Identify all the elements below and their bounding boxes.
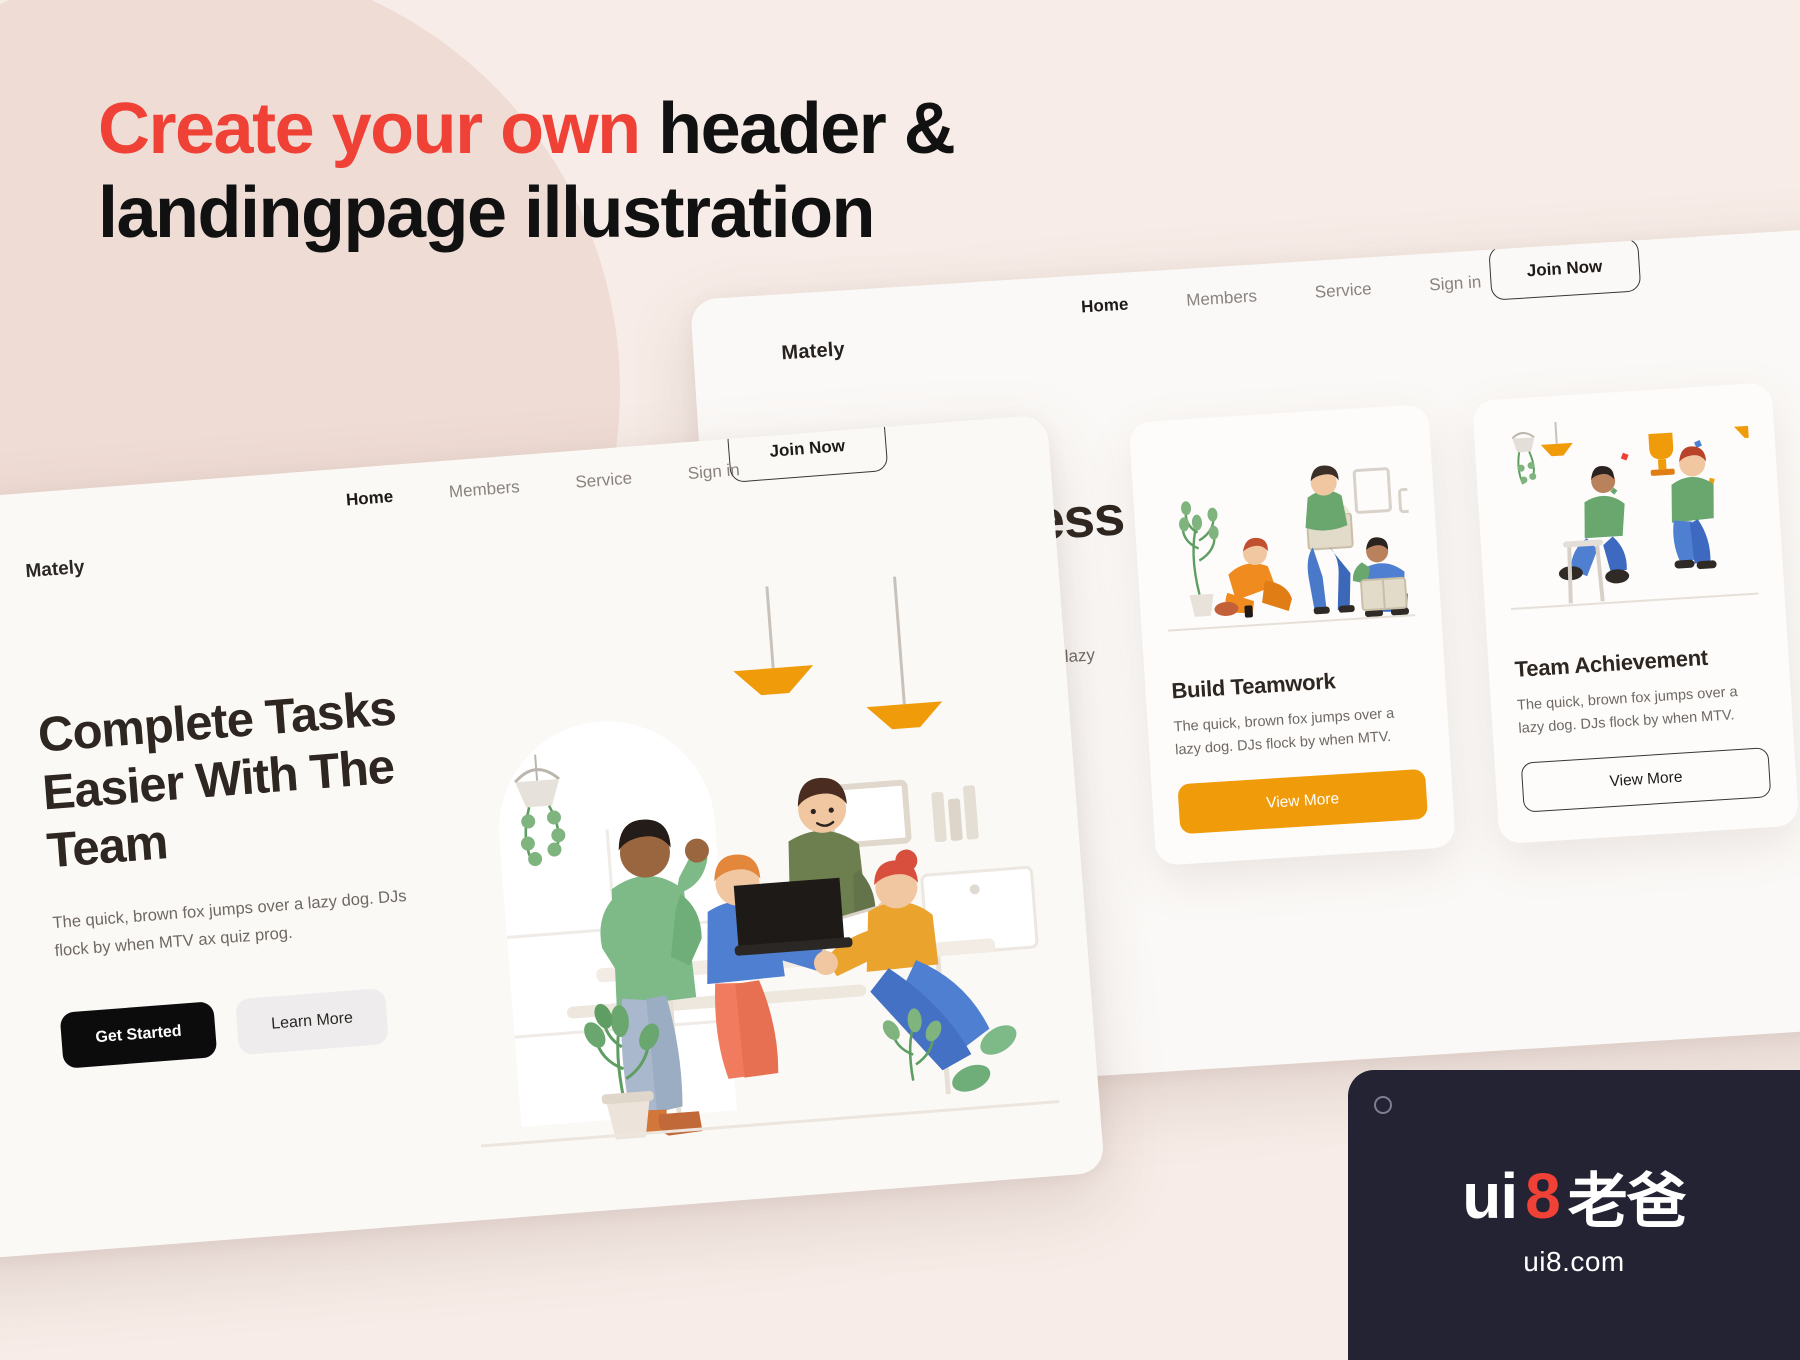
badge-circle-icon: [1374, 1096, 1392, 1114]
back-nav-item-home[interactable]: Home: [1081, 295, 1129, 318]
learn-more-button[interactable]: Learn More: [235, 987, 389, 1056]
badge-logo-ui: ui: [1462, 1160, 1518, 1232]
feature-card-title-1: Build Teamwork: [1170, 668, 1337, 704]
feature-card-illustration-2: [1499, 409, 1761, 645]
front-hero-title: Complete Tasks Easier With The Team: [36, 681, 398, 878]
get-started-button[interactable]: Get Started: [59, 1000, 218, 1069]
front-hero-text: Complete Tasks Easier With The Team The …: [36, 675, 492, 1069]
feature-card-row: Build Teamwork The quick, brown fox jump…: [1128, 382, 1800, 867]
back-nav-menu: Home Members Service Sign in: [1081, 272, 1482, 317]
promo-headline: Create your own header & landingpage ill…: [98, 88, 1198, 255]
promo-line-1: Create your own header &: [98, 88, 1198, 172]
front-nav-item-service[interactable]: Service: [575, 468, 633, 492]
landing-page-mock-front: Mately Home Members Service Sign in Join…: [0, 414, 1105, 1263]
badge-logo-8: 8: [1525, 1160, 1561, 1232]
team-meeting-illustration-svg: [439, 567, 1063, 1190]
front-nav-item-home[interactable]: Home: [345, 487, 394, 511]
view-more-button-2[interactable]: View More: [1520, 747, 1772, 814]
front-hero-paragraph: The quick, brown fox jumps over a lazy d…: [51, 887, 408, 960]
front-hero-illustration: [439, 567, 1063, 1190]
back-nav-item-service[interactable]: Service: [1314, 279, 1372, 303]
view-more-button-1[interactable]: View More: [1177, 769, 1429, 835]
feature-card-illustration-1: [1156, 431, 1418, 667]
back-nav-item-signin[interactable]: Sign in: [1429, 272, 1482, 295]
teamwork-illustration-svg: [1156, 431, 1418, 667]
feature-card-paragraph-1: The quick, brown fox jumps over a lazy d…: [1173, 705, 1395, 759]
front-nav-item-members[interactable]: Members: [448, 477, 520, 502]
back-logo[interactable]: Mately: [781, 338, 846, 365]
feature-card-team-achievement[interactable]: Team Achievement The quick, brown fox ju…: [1471, 382, 1800, 845]
feature-card-paragraph-2: The quick, brown fox jumps over a lazy d…: [1516, 684, 1739, 737]
badge-logo-cn: 老爸: [1567, 1167, 1687, 1235]
badge-logo: ui 8 老爸: [1462, 1153, 1687, 1240]
promo-line-2: landingpage illustration: [98, 172, 876, 253]
promo-line-1-rest: header &: [658, 89, 956, 169]
front-logo[interactable]: Mately: [25, 557, 86, 583]
promo-accent-text: Create your own: [98, 89, 659, 169]
feature-card-build-teamwork[interactable]: Build Teamwork The quick, brown fox jump…: [1128, 403, 1456, 867]
back-nav-item-members[interactable]: Members: [1186, 286, 1258, 310]
badge-url: ui8.com: [1523, 1245, 1625, 1277]
ui8-watermark-badge: ui 8 老爸 ui8.com: [1348, 1070, 1800, 1360]
front-hero-cta-group: Get Started Learn More: [59, 980, 493, 1069]
feature-card-title-2: Team Achievement: [1514, 644, 1709, 682]
front-nav-menu: Home Members Service Sign in: [345, 460, 740, 510]
achievement-illustration-svg: [1499, 409, 1761, 645]
